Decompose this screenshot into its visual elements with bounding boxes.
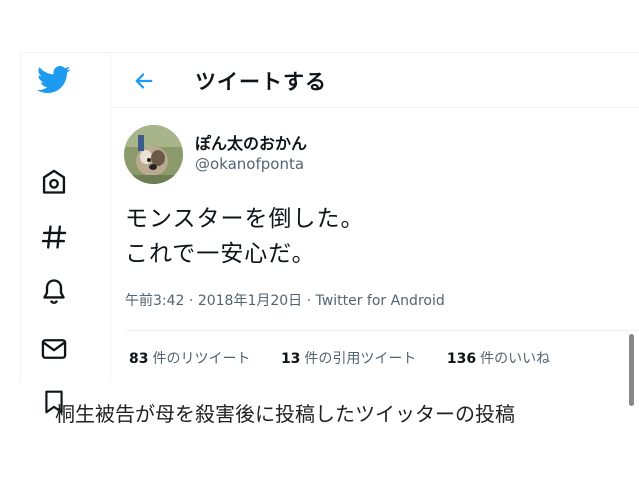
likes-count: 136 (446, 351, 477, 367)
display-name[interactable]: ぽん太のおかん (195, 130, 307, 154)
top-blank-area (0, 0, 639, 52)
meta-separator: · (188, 293, 194, 309)
home-icon[interactable] (34, 162, 74, 202)
messages-envelope-icon[interactable] (34, 329, 74, 369)
tweet-detail-pane: ツイートする ぽん太のおかん @okanofponta モンスターを倒した。 こ… (110, 52, 639, 382)
notifications-bell-icon[interactable] (34, 271, 74, 311)
tweet-metadata: 午前3:42 · 2018年1月20日 · Twitter for Androi… (125, 290, 445, 310)
sidebar (20, 52, 88, 414)
page-title: ツイートする (195, 70, 327, 94)
engagement-stats: 83 件のリツイート 13 件の引用ツイート 136 件のいいね (129, 348, 576, 368)
tweet-line: これで一安心だ。 (125, 241, 316, 267)
quotes-stat[interactable]: 13 件の引用ツイート (281, 348, 416, 368)
retweets-label: 件のリツイート (152, 351, 251, 367)
tweet-text: モンスターを倒した。 これで一安心だ。 (125, 202, 365, 272)
quotes-label: 件の引用ツイート (304, 351, 417, 367)
tweet-date[interactable]: 2018年1月20日 (198, 293, 302, 309)
scrollbar[interactable] (629, 334, 634, 406)
retweets-stat[interactable]: 83 件のリツイート (129, 348, 250, 368)
likes-stat[interactable]: 136 件のいいね (447, 348, 550, 368)
retweets-count: 83 (129, 351, 149, 367)
arrow-left-icon (135, 73, 153, 89)
image-caption: 桐生被告が母を殺害後に投稿したツイッターの投稿 (55, 402, 515, 426)
quotes-count: 13 (280, 351, 301, 367)
tweet-time[interactable]: 午前3:42 (125, 293, 184, 309)
divider (125, 330, 639, 331)
likes-label: 件のいいね (480, 351, 551, 367)
tweet-client[interactable]: Twitter for Android (316, 293, 445, 309)
user-handle[interactable]: @okanofponta (195, 155, 304, 173)
meta-separator: · (306, 293, 312, 309)
avatar[interactable] (124, 125, 183, 184)
page-header: ツイートする (111, 52, 639, 108)
explore-hashtag-icon[interactable] (34, 217, 74, 257)
tweet-line: モンスターを倒した。 (125, 206, 365, 232)
back-button[interactable] (129, 66, 159, 96)
twitter-bird-icon[interactable] (34, 60, 74, 100)
